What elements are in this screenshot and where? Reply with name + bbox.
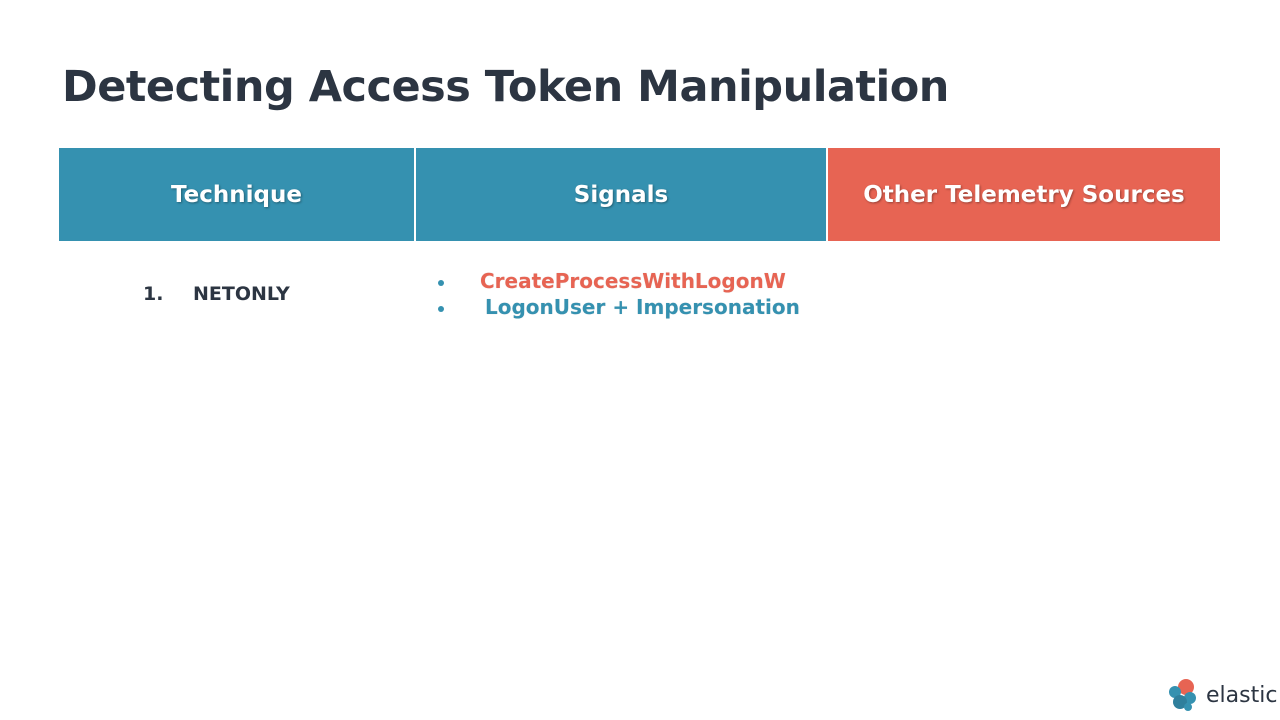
signal-item: LogonUser + Impersonation (437, 294, 800, 320)
signal-text: CreateProcessWithLogonW (480, 269, 786, 293)
header-technique: Technique (59, 148, 414, 241)
technique-label: NETONLY (193, 283, 290, 305)
elastic-logo: elastic (1166, 678, 1277, 712)
slide: Detecting Access Token Manipulation Tech… (0, 0, 1280, 720)
header-signals: Signals (416, 148, 826, 241)
table-header-row: Technique Signals Other Telemetry Source… (59, 148, 1220, 241)
signal-text: LogonUser + Impersonation (485, 295, 800, 319)
header-other-telemetry: Other Telemetry Sources (828, 148, 1220, 241)
technique-number: 1. (143, 283, 164, 305)
bullet-icon (438, 305, 444, 312)
signal-item: CreateProcessWithLogonW (437, 268, 800, 294)
page-title: Detecting Access Token Manipulation (62, 62, 949, 112)
logo-text: elastic (1206, 682, 1278, 708)
elastic-logo-icon (1169, 679, 1196, 711)
signals-list: CreateProcessWithLogonW LogonUser + Impe… (437, 268, 800, 320)
technique-item: 1. NETONLY (143, 283, 290, 305)
bullet-icon (438, 279, 444, 286)
